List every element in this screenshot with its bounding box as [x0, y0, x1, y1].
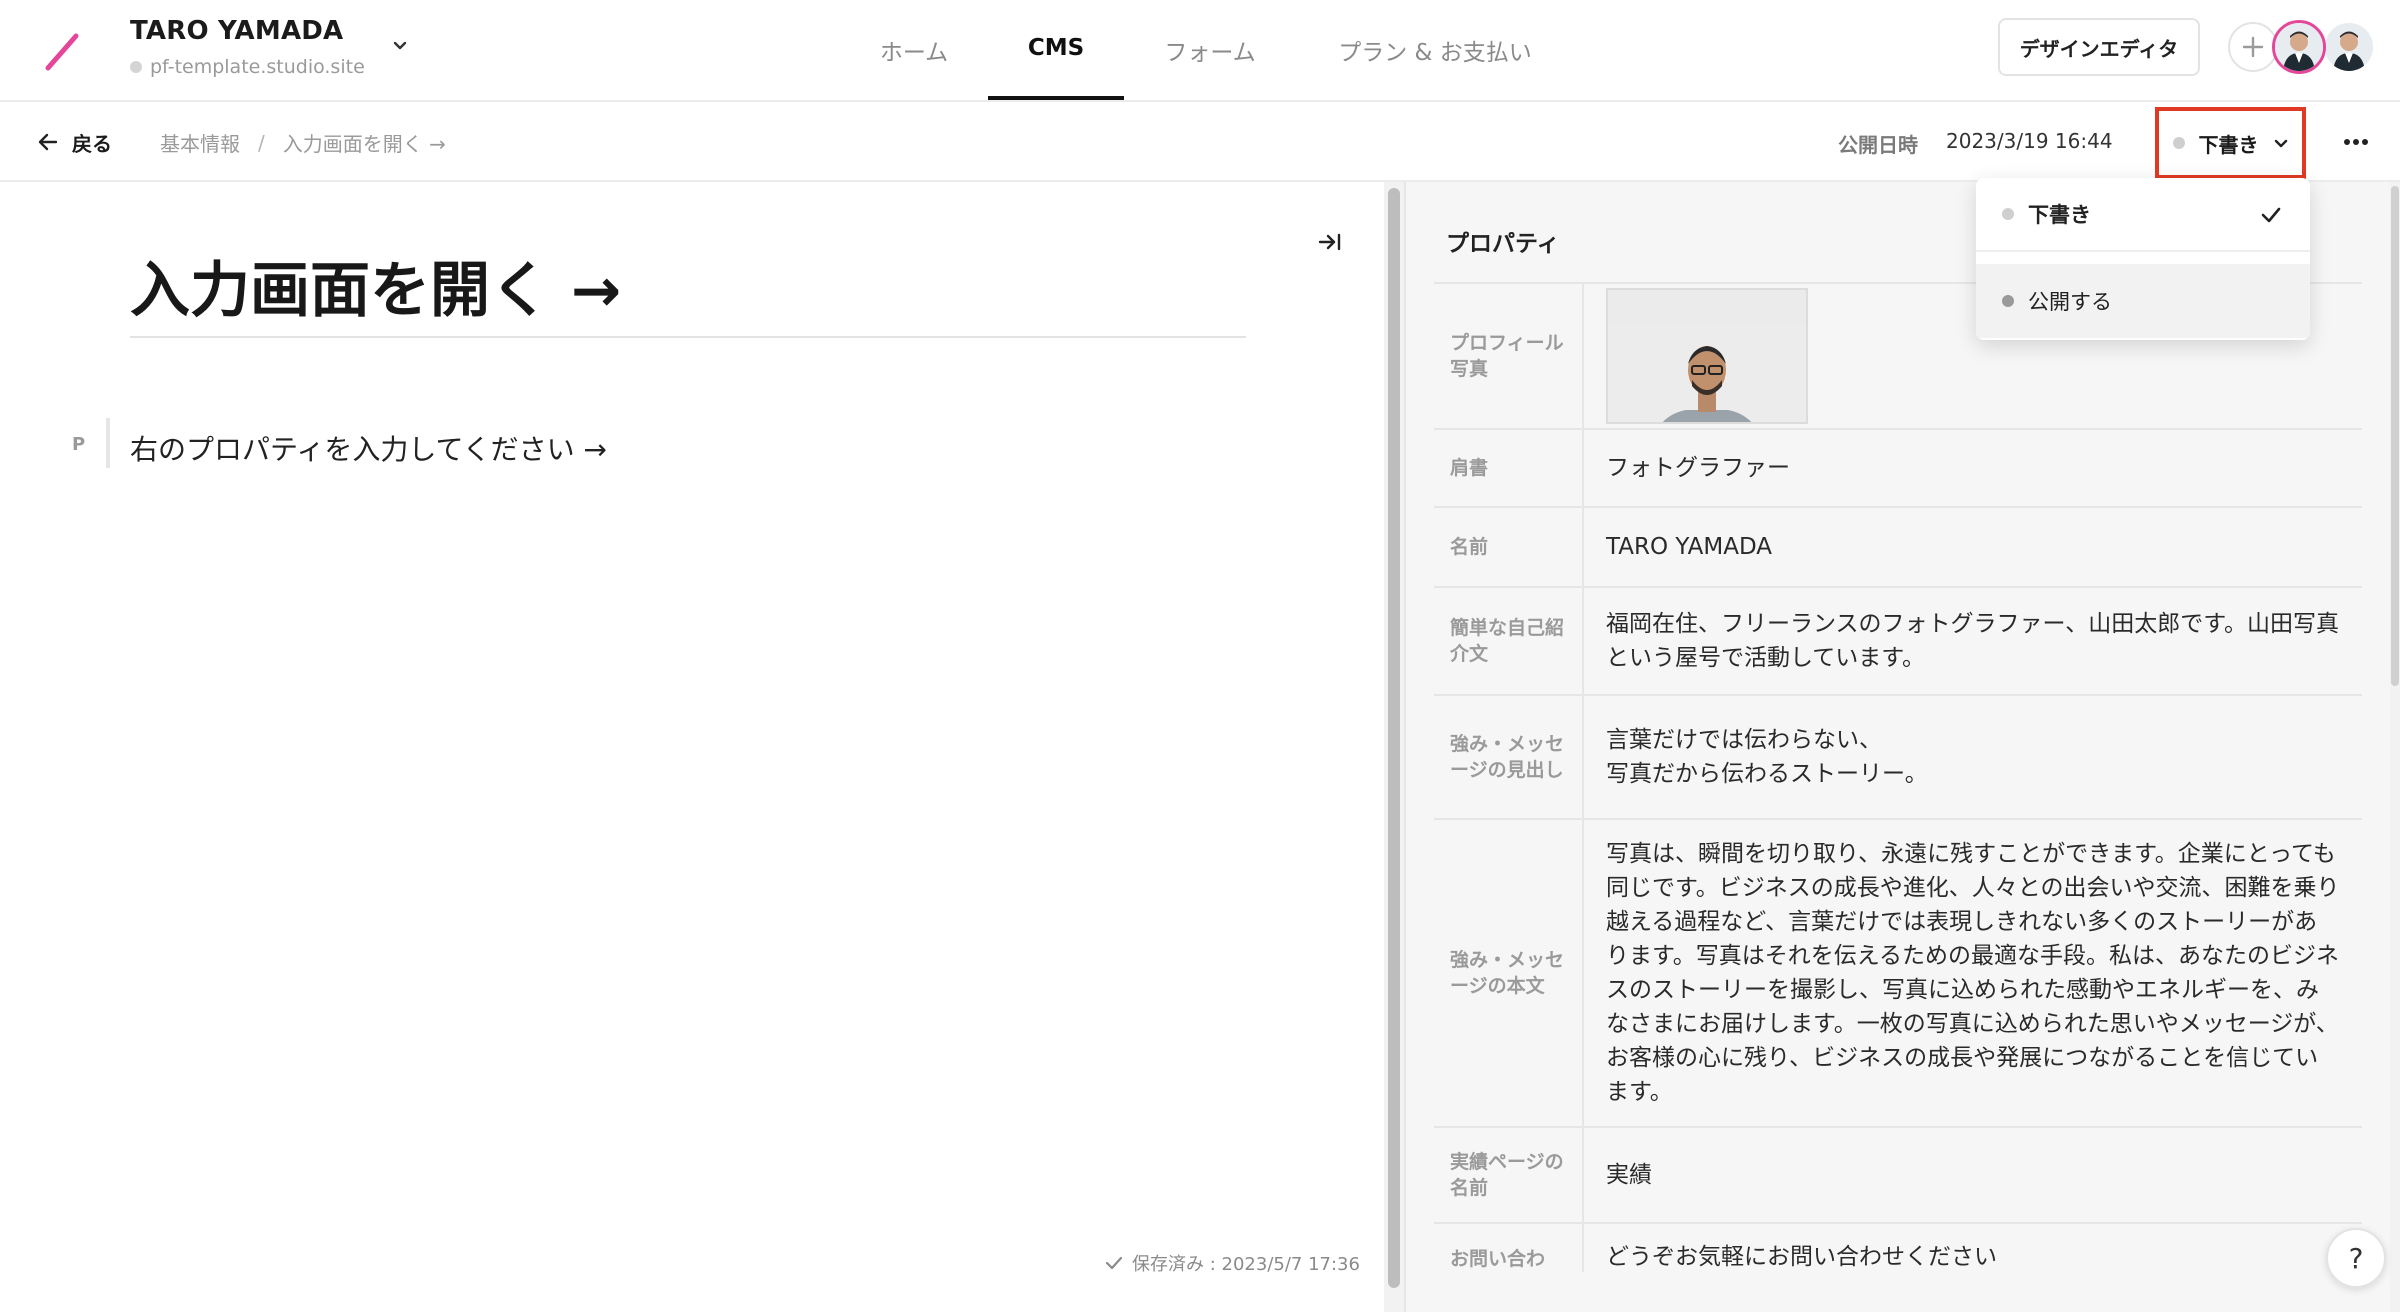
editor-scroll-thumb[interactable]	[1388, 188, 1400, 1288]
collapse-right-icon	[1318, 233, 1341, 251]
status-dot	[2002, 295, 2014, 307]
status-dropdown-button[interactable]: 下書き	[2155, 107, 2306, 179]
property-row-message-heading: 強み・メッセージの見出し 言葉だけでは伝わらない、 写真だから伝わるストーリー。	[1434, 696, 2362, 820]
property-row-works-page-name: 実績ページの名前 実績	[1434, 1128, 2362, 1224]
sub-header: 戻る 基本情報 / 入力画面を開く → 公開日時 2023/3/19 16:44…	[0, 102, 2400, 182]
property-value[interactable]: 福岡在住、フリーランスのフォトグラファー、山田太郎です。山田写真という屋号で活動…	[1584, 588, 2362, 694]
check-icon	[2261, 207, 2281, 223]
property-label: 名前	[1434, 508, 1584, 586]
chevron-down-icon	[2274, 139, 2287, 148]
property-value[interactable]: 写真は、瞬間を切り取り、永遠に残すことができます。企業にとっても同じです。ビジネ…	[1584, 820, 2362, 1126]
property-value[interactable]: フォトグラファー	[1584, 430, 2362, 506]
member-avatar[interactable]	[2322, 20, 2376, 74]
property-label: 強み・メッセージの本文	[1434, 820, 1584, 1126]
site-status-dot	[130, 61, 142, 73]
property-row-name: 名前 TARO YAMADA	[1434, 508, 2362, 588]
properties-title: プロパティ	[1446, 231, 1560, 257]
title-divider	[130, 336, 1246, 338]
site-switcher-button[interactable]	[384, 30, 416, 62]
block-handle[interactable]	[106, 418, 110, 468]
cms-editor-app: TARO YAMADA pf-template.studio.site ホーム …	[0, 0, 2400, 1312]
property-label: 簡単な自己紹介文	[1434, 588, 1584, 694]
site-name: TARO YAMADA	[130, 16, 344, 46]
status-option-label: 公開する	[2028, 290, 2112, 314]
design-editor-button[interactable]: デザインエディタ	[1998, 18, 2200, 76]
back-button[interactable]: 戻る	[36, 122, 112, 162]
tab-form[interactable]: フォーム	[1150, 0, 1270, 100]
property-value[interactable]: 言葉だけでは伝わらない、 写真だから伝わるストーリー。	[1584, 696, 2362, 818]
property-row-bio: 簡単な自己紹介文 福岡在住、フリーランスのフォトグラファー、山田太郎です。山田写…	[1434, 588, 2362, 696]
status-dropdown-menu: 下書き 公開する	[1976, 178, 2310, 340]
publish-date-label: 公開日時	[1838, 133, 1918, 157]
site-url: pf-template.studio.site	[150, 56, 365, 78]
site-url-row: pf-template.studio.site	[130, 56, 365, 78]
property-label: プロフィール写真	[1434, 284, 1584, 428]
properties-scroll-thumb[interactable]	[2391, 186, 2399, 686]
status-dot	[2002, 208, 2014, 220]
more-options-button[interactable]	[2336, 122, 2376, 162]
current-user-avatar[interactable]	[2272, 20, 2326, 74]
publish-date-value[interactable]: 2023/3/19 16:44	[1946, 129, 2113, 153]
status-option-label: 下書き	[2028, 203, 2091, 227]
tab-plan-billing[interactable]: プラン & お支払い	[1320, 0, 1550, 100]
plus-icon	[2242, 36, 2264, 58]
paragraph-block[interactable]: 右のプロパティを入力してください →	[130, 428, 607, 468]
person-avatar-icon	[2275, 23, 2323, 71]
property-value[interactable]: 実績	[1584, 1128, 2362, 1222]
properties-table: プロフィール写真 肩書 フォトグラファー 名前 TARO YAMADA 簡単な自…	[1434, 282, 2362, 1312]
help-button[interactable]: ?	[2326, 1228, 2386, 1288]
content-editor: 入力画面を開く → P 右のプロパティを入力してください → 保存済み : 20…	[0, 182, 1384, 1312]
top-header: TARO YAMADA pf-template.studio.site ホーム …	[0, 0, 2400, 102]
properties-scrollbar[interactable]	[2390, 182, 2400, 1312]
property-row-contact: お問い合わ どうぞお気軽にお問い合わせください	[1434, 1224, 2362, 1312]
chevron-down-icon	[393, 41, 407, 50]
save-status: 保存済み : 2023/5/7 17:36	[1104, 1250, 1360, 1276]
property-label: 肩書	[1434, 430, 1584, 506]
status-option-draft[interactable]: 下書き	[1976, 178, 2310, 252]
property-row-message-body: 強み・メッセージの本文 写真は、瞬間を切り取り、永遠に残すことができます。企業に…	[1434, 820, 2362, 1128]
breadcrumb-item-basic-info[interactable]: 基本情報	[160, 128, 240, 157]
property-value[interactable]: どうぞお気軽にお問い合わせください	[1584, 1224, 2362, 1274]
back-label: 戻る	[72, 131, 112, 156]
tab-home[interactable]: ホーム	[852, 0, 976, 100]
studio-logo-icon[interactable]	[40, 26, 90, 76]
add-member-button[interactable]	[2228, 22, 2278, 72]
tab-cms[interactable]: CMS	[988, 0, 1124, 100]
block-type-indicator[interactable]: P	[72, 434, 85, 455]
status-dot	[2172, 137, 2185, 149]
status-option-publish[interactable]: 公開する	[1976, 264, 2310, 338]
article-title[interactable]: 入力画面を開く →	[130, 242, 621, 329]
person-avatar-icon	[2325, 23, 2373, 71]
breadcrumb-separator: /	[258, 130, 265, 155]
profile-photo-image	[1608, 324, 1806, 422]
property-row-title: 肩書 フォトグラファー	[1434, 430, 2362, 508]
property-label: お問い合わ	[1434, 1224, 1584, 1272]
status-label: 下書き	[2198, 132, 2259, 157]
check-icon	[1105, 1256, 1123, 1270]
property-value[interactable]: TARO YAMADA	[1584, 508, 2362, 586]
property-label: 実績ページの名前	[1434, 1128, 1584, 1222]
editor-scrollbar[interactable]	[1384, 182, 1404, 1312]
properties-panel: プロパティ プロフィール写真 肩書 フォトグラファー 名前 TARO YAMAD…	[1406, 182, 2390, 1312]
profile-photo-thumbnail[interactable]	[1606, 288, 1808, 424]
breadcrumb-item-current: 入力画面を開く →	[282, 132, 446, 156]
save-status-text: 保存済み : 2023/5/7 17:36	[1132, 1254, 1360, 1275]
collapse-properties-button[interactable]	[1312, 224, 1348, 260]
breadcrumb: 基本情報 / 入力画面を開く →	[160, 128, 446, 157]
property-label: 強み・メッセージの見出し	[1434, 696, 1584, 818]
arrow-left-icon	[38, 133, 58, 151]
more-horizontal-icon	[2344, 139, 2368, 145]
